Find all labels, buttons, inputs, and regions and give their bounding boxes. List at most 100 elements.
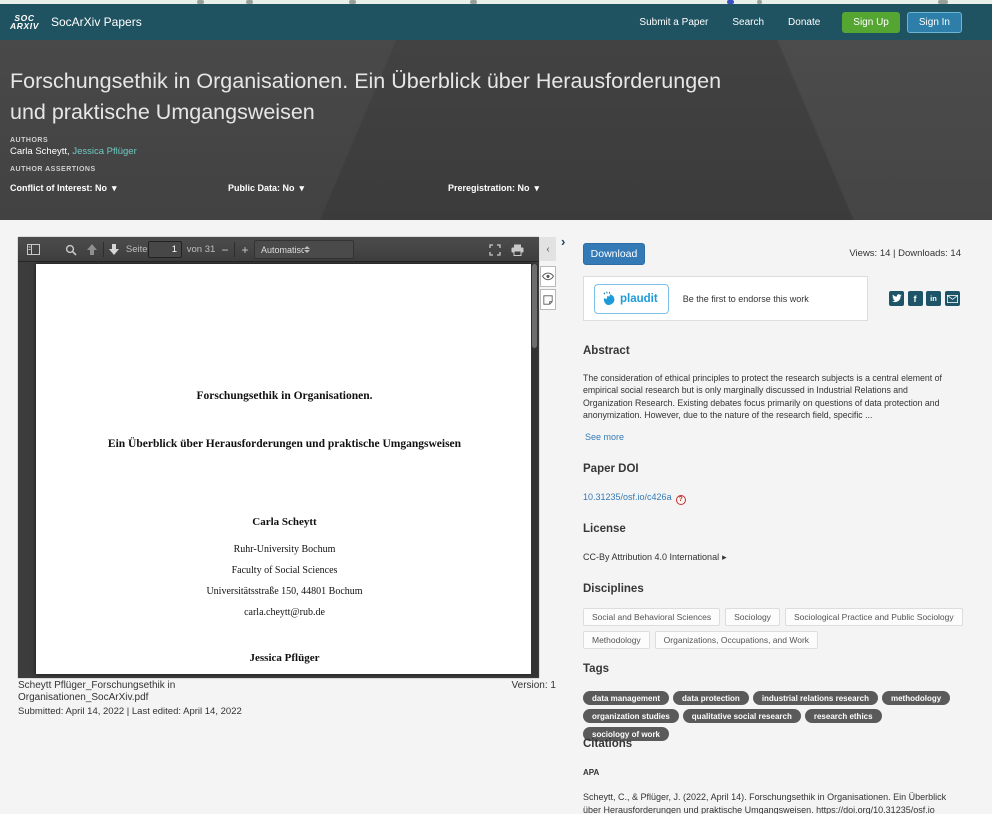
pdf-affiliation-1: Ruhr-University Bochum: [36, 544, 533, 555]
license-toggle[interactable]: CC-By Attribution 4.0 International: [583, 552, 727, 563]
paper-title: Forschungsethik in Organisationen. Ein Ü…: [10, 66, 810, 128]
zoom-in-icon[interactable]: +: [238, 237, 252, 262]
facebook-icon[interactable]: f: [908, 291, 923, 306]
tag-pill[interactable]: industrial relations research: [753, 691, 878, 705]
search-icon[interactable]: [62, 237, 80, 262]
license-text: CC-By Attribution 4.0 International: [583, 552, 719, 562]
twitter-icon[interactable]: [889, 291, 904, 306]
pdf-affiliation-3: Universitätsstraße 150, 44801 Bochum: [36, 586, 533, 597]
chevron-down-icon: [300, 183, 305, 193]
download-button[interactable]: Download: [583, 243, 645, 265]
share-buttons: f in: [889, 291, 960, 306]
discipline-pill[interactable]: Sociology: [725, 608, 780, 626]
citations-heading: Citations: [583, 738, 632, 750]
page-total-label: von 31: [186, 237, 216, 262]
page-label: Seite:: [126, 237, 150, 262]
discipline-pill[interactable]: Methodology: [583, 631, 650, 649]
linkedin-icon[interactable]: in: [926, 291, 941, 306]
file-name: Scheytt Pflüger_Forschungsethik in Organ…: [18, 680, 268, 704]
author-assertions-label: AUTHOR ASSERTIONS: [10, 166, 992, 173]
sign-up-button[interactable]: Sign Up: [842, 12, 900, 33]
tags-list: data management data protection industrial…: [583, 691, 973, 745]
tag-pill[interactable]: organization studies: [583, 709, 679, 723]
pdf-title-line2: Ein Überblick über Herausforderungen und…: [36, 438, 533, 450]
abstract-text: The consideration of ethical principles …: [583, 372, 963, 421]
note-icon: [543, 295, 553, 305]
see-more-link[interactable]: See more: [585, 432, 624, 442]
nav-link-submit[interactable]: Submit a Paper: [639, 17, 708, 28]
page-number-input[interactable]: [148, 241, 182, 258]
disciplines-list: Social and Behavioral Sciences Sociology S…: [583, 608, 973, 654]
plaudit-button[interactable]: plaudit: [594, 284, 669, 314]
author-1: Carla Scheytt,: [10, 146, 70, 157]
print-icon[interactable]: [508, 237, 526, 262]
nav-link-search[interactable]: Search: [732, 17, 764, 28]
toolbar-divider: [103, 242, 104, 257]
pdf-page: Forschungsethik in Organisationen. Ein Ü…: [36, 264, 533, 674]
toggle-view-button[interactable]: [540, 266, 556, 287]
discipline-pill[interactable]: Social and Behavioral Sciences: [583, 608, 720, 626]
sidebar-toggle-icon[interactable]: [24, 237, 42, 262]
assertion-preregistration[interactable]: Preregistration: No: [448, 183, 539, 194]
socarxiv-paper-page: SOC ARXIV SocArXiv Papers Submit a Paper…: [0, 0, 992, 814]
paper-doi-heading: Paper DOI: [583, 463, 639, 475]
zoom-out-icon[interactable]: −: [218, 237, 232, 262]
tag-pill[interactable]: data protection: [673, 691, 749, 705]
disciplines-heading: Disciplines: [583, 583, 644, 595]
pdf-viewer: Seite: von 31 − + Automatischer Zoom F: [18, 237, 539, 678]
presentation-mode-icon[interactable]: [486, 237, 504, 262]
collapse-viewer-button[interactable]: ‹: [540, 237, 556, 261]
toolbar-divider: [234, 242, 235, 257]
zoom-level-select[interactable]: Automatischer Zoom: [254, 240, 354, 259]
expand-panel-button[interactable]: ›: [561, 234, 565, 249]
assertion-label: Public Data: No: [228, 183, 295, 193]
assertion-public-data[interactable]: Public Data: No: [228, 183, 304, 194]
chevron-down-icon: [112, 183, 117, 193]
paper-header: Forschungsethik in Organisationen. Ein Ü…: [0, 40, 992, 220]
plaudit-widget: plaudit Be the first to endorse this wor…: [583, 276, 868, 321]
tag-pill[interactable]: research ethics: [805, 709, 882, 723]
clapping-hands-icon: [602, 291, 617, 306]
authors-line: Carla Scheytt, Jessica Pflüger: [10, 146, 992, 157]
next-page-icon[interactable]: [106, 237, 122, 262]
doi-row: 10.31235/osf.io/c426a?: [583, 492, 686, 505]
doi-flag-icon[interactable]: ?: [676, 495, 686, 505]
logo-line2: ARXIV: [10, 22, 39, 30]
assertion-conflict-of-interest[interactable]: Conflict of Interest: No: [10, 183, 117, 194]
zoom-level-value: Automatischer Zoom: [261, 245, 304, 255]
chevron-down-icon: [535, 183, 540, 193]
assertions-row: Conflict of Interest: No Public Data: No…: [10, 183, 992, 199]
author-2-link[interactable]: Jessica Pflüger: [72, 146, 136, 157]
brand-title[interactable]: SocArXiv Papers: [51, 15, 142, 29]
tag-pill[interactable]: methodology: [882, 691, 950, 705]
previous-page-icon[interactable]: [84, 237, 100, 262]
citation-text: Scheytt, C., & Pflüger, J. (2022, April …: [583, 779, 963, 814]
citation-style-label: APA: [583, 768, 599, 777]
email-share-icon[interactable]: [945, 291, 960, 306]
pdf-author1: Carla Scheytt: [36, 516, 533, 528]
doi-link[interactable]: 10.31235/osf.io/c426a: [583, 492, 672, 502]
main-content: Seite: von 31 − + Automatischer Zoom F: [0, 220, 992, 814]
select-arrows-icon: [304, 246, 347, 253]
pdf-scrollbar-thumb[interactable]: [532, 264, 537, 348]
pdf-title-line1: Forschungsethik in Organisationen.: [36, 264, 533, 402]
discipline-pill[interactable]: Organizations, Occupations, and Work: [655, 631, 818, 649]
abstract-heading: Abstract: [583, 345, 630, 357]
license-heading: License: [583, 523, 626, 535]
tag-pill[interactable]: data management: [583, 691, 669, 705]
chevron-right-icon: [719, 552, 727, 562]
tags-heading: Tags: [583, 663, 609, 675]
tag-pill[interactable]: qualitative social research: [683, 709, 801, 723]
sign-in-button[interactable]: Sign In: [907, 12, 962, 33]
nav-links: Submit a Paper Search Donate: [639, 17, 820, 28]
views-downloads-stats: Views: 14 | Downloads: 14: [849, 248, 961, 259]
nav-link-donate[interactable]: Donate: [788, 17, 820, 28]
annotations-button[interactable]: [540, 289, 556, 310]
citation-body: Scheytt, C., & Pflüger, J. (2022, April …: [583, 792, 946, 814]
discipline-pill[interactable]: Sociological Practice and Public Sociolo…: [785, 608, 963, 626]
authors-label: AUTHORS: [10, 137, 992, 144]
socarxiv-logo[interactable]: SOC ARXIV: [10, 14, 39, 30]
assertion-label: Conflict of Interest: No: [10, 183, 107, 193]
pdf-scrollbar[interactable]: [531, 264, 538, 677]
pdf-affiliation-2: Faculty of Social Sciences: [36, 565, 533, 576]
